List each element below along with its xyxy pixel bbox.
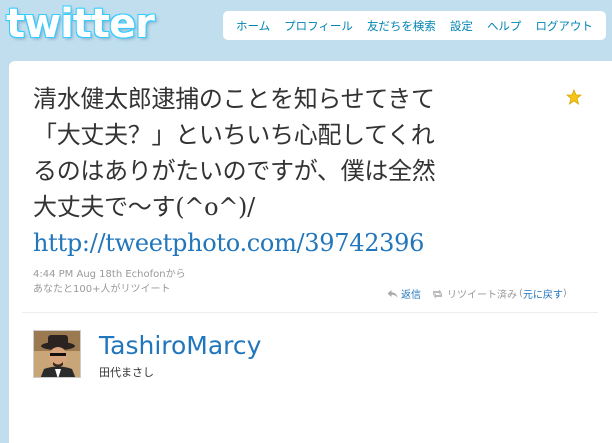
nav-settings[interactable]: 設定 (450, 18, 473, 34)
nav-profile[interactable]: プロフィール (284, 18, 353, 34)
star-icon[interactable] (566, 89, 582, 105)
nav-help[interactable]: ヘルプ (487, 18, 522, 34)
tweet-card: 清水健太郎逮捕のことを知らせてきて 「大丈夫？」といちいち心配してくれ るのはあ… (9, 61, 612, 443)
tweet-line: るのはありがたいのですが、僕は全然 (33, 157, 436, 185)
author-screen-name[interactable]: TashiroMarcy (99, 331, 261, 361)
undo-retweet-button[interactable]: 元に戻す (523, 286, 563, 301)
tweet-actions: 返信 リツイート済み (元に戻す) (387, 286, 567, 301)
reply-icon[interactable] (387, 289, 398, 299)
retweeted-label: リツイート済み (447, 290, 517, 301)
tweet-meta: 4:44 PM Aug 18th Echofonから あなたと100+人がリツイ… (33, 267, 186, 297)
reply-button[interactable]: 返信 (401, 286, 421, 301)
nav-logout[interactable]: ログアウト (535, 18, 593, 34)
tweet-line: 清水健太郎逮捕のことを知らせてきて (33, 85, 435, 113)
twitter-logo[interactable]: twitter (6, 2, 155, 46)
divider (22, 312, 598, 313)
author-full-name: 田代まさし (99, 366, 154, 379)
tweet-line: 大丈夫で〜す(^o^)/ (33, 193, 255, 221)
tweet-timestamp: 4:44 PM Aug 18th Echofonから (33, 269, 186, 280)
nav-find-friends[interactable]: 友だちを検索 (367, 18, 436, 34)
top-bar: twitter ホーム プロフィール 友だちを検索 設定 ヘルプ ログアウト (0, 0, 612, 56)
retweet-count: あなたと100+人がリツイート (33, 284, 171, 295)
nav-home[interactable]: ホーム (236, 18, 270, 34)
top-nav: ホーム プロフィール 友だちを検索 設定 ヘルプ ログアウト (223, 11, 606, 40)
retweet-icon (433, 289, 442, 298)
avatar[interactable] (33, 330, 81, 378)
tweet-text: 清水健太郎逮捕のことを知らせてきて 「大丈夫？」といちいち心配してくれ るのはあ… (33, 81, 553, 261)
tweet-line: 「大丈夫？」といちいち心配してくれ (33, 121, 435, 149)
tweet-photo-link[interactable]: http://tweetphoto.com/39742396 (33, 225, 553, 261)
